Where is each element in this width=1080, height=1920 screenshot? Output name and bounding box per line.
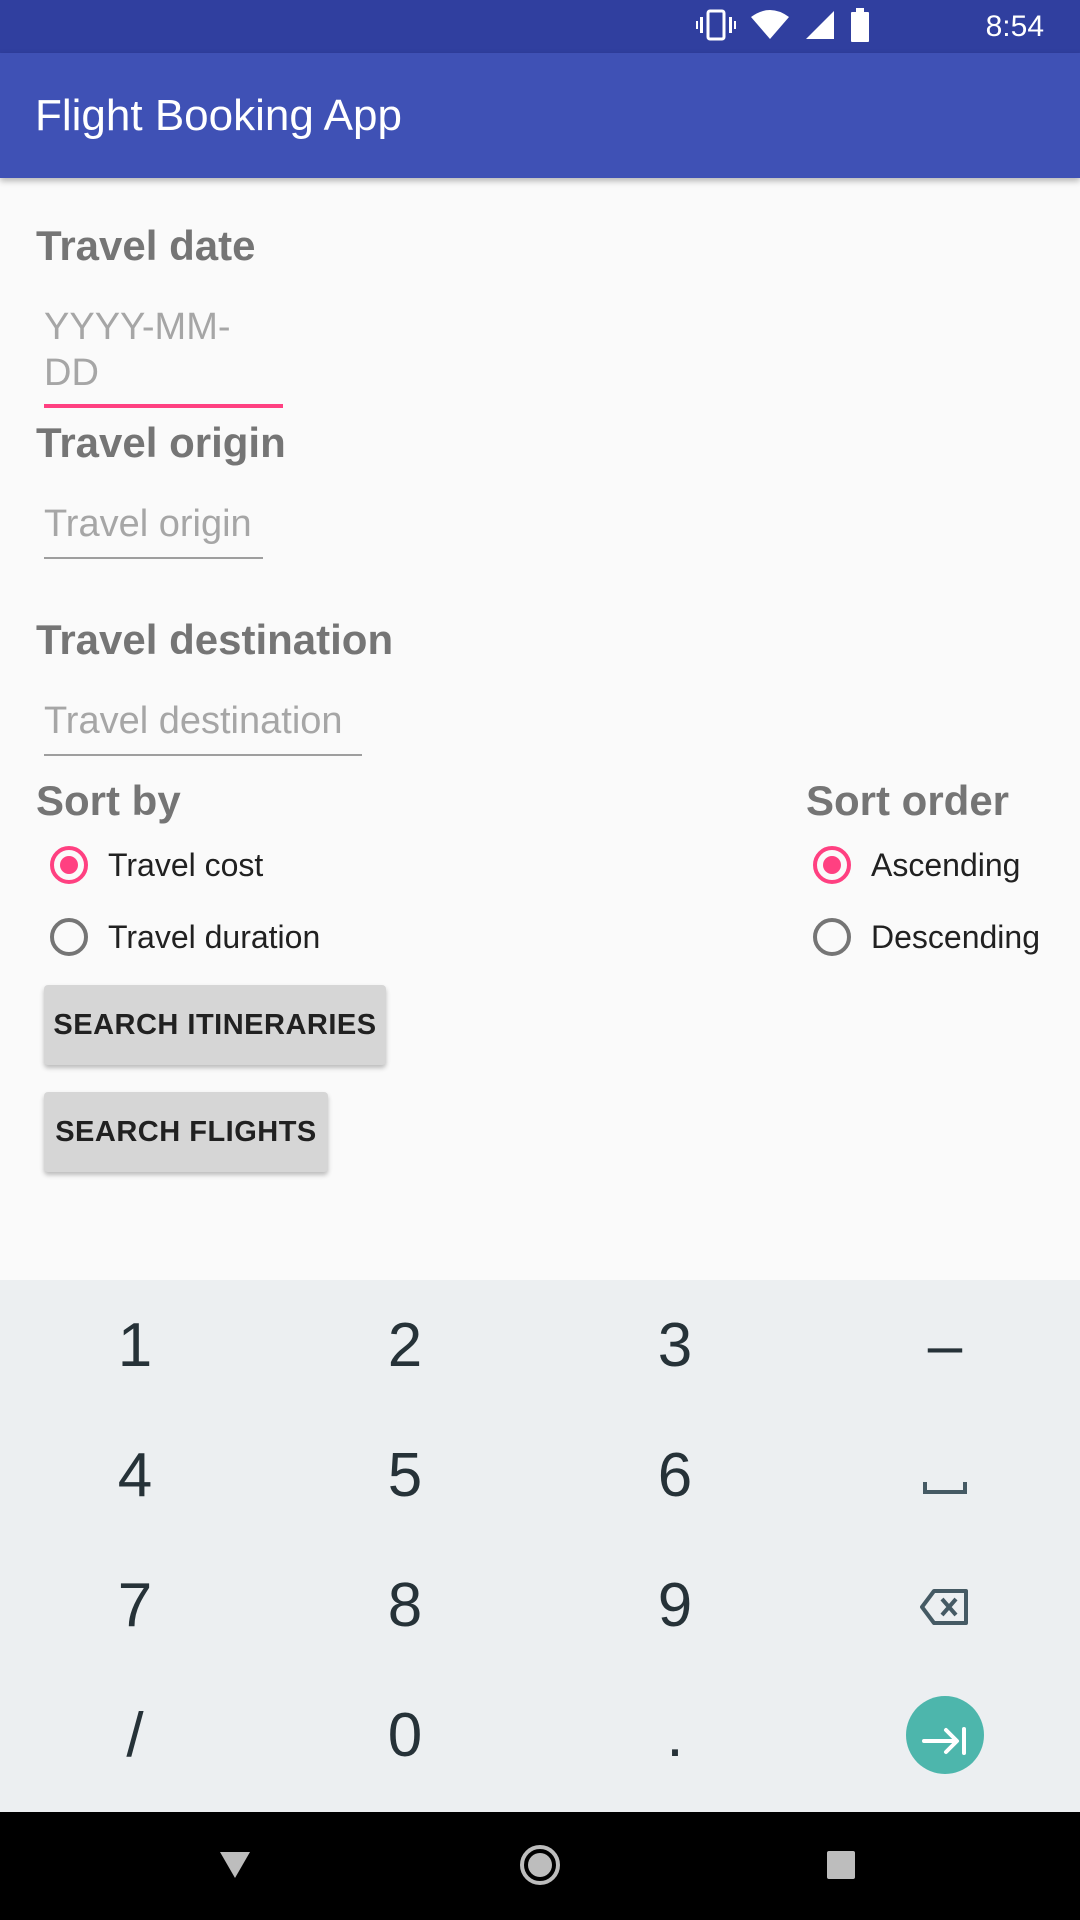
key-4[interactable]: 4 bbox=[0, 1410, 270, 1540]
radio-unchecked-icon[interactable] bbox=[50, 918, 88, 956]
space-icon bbox=[923, 1440, 967, 1511]
sort-order-label: Sort order bbox=[806, 777, 1010, 824]
status-bar: 8:54 bbox=[0, 0, 1080, 53]
back-button[interactable] bbox=[210, 1842, 260, 1892]
key-next[interactable] bbox=[810, 1670, 1080, 1800]
key-5[interactable]: 5 bbox=[270, 1410, 540, 1540]
backspace-icon bbox=[920, 1570, 970, 1641]
sort-order-descending[interactable]: Descending bbox=[813, 912, 1040, 962]
sort-by-label: Sort by bbox=[36, 777, 181, 824]
travel-date-label: Travel date bbox=[36, 222, 256, 269]
key-3[interactable]: 3 bbox=[540, 1280, 810, 1410]
key-6[interactable]: 6 bbox=[540, 1410, 810, 1540]
key-7[interactable]: 7 bbox=[0, 1540, 270, 1670]
travel-date-placeholder: YYYY-MM-DD bbox=[44, 306, 231, 394]
radio-checked-icon[interactable] bbox=[813, 846, 851, 884]
navigation-bar bbox=[0, 1812, 1080, 1920]
key-2[interactable]: 2 bbox=[270, 1280, 540, 1410]
key-dash[interactable]: – bbox=[810, 1280, 1080, 1410]
status-time: 8:54 bbox=[985, 10, 1044, 43]
numeric-keyboard: 1 2 3 – 4 5 6 7 8 9 / 0 . bbox=[0, 1280, 1080, 1812]
travel-destination-placeholder: Travel destination bbox=[44, 700, 343, 742]
app-bar: Flight Booking App bbox=[0, 53, 1080, 178]
travel-destination-field[interactable]: Travel destination bbox=[44, 698, 362, 756]
radio-label: Travel cost bbox=[108, 846, 264, 883]
sort-by-travel-cost[interactable]: Travel cost bbox=[50, 840, 263, 890]
radio-label: Ascending bbox=[871, 846, 1021, 883]
key-backspace[interactable] bbox=[810, 1540, 1080, 1670]
travel-origin-label: Travel origin bbox=[36, 419, 286, 466]
home-icon bbox=[518, 1843, 562, 1892]
status-icons bbox=[696, 7, 870, 47]
key-space[interactable] bbox=[810, 1410, 1080, 1540]
sort-order-ascending[interactable]: Ascending bbox=[813, 840, 1020, 890]
travel-destination-label: Travel destination bbox=[36, 616, 394, 663]
battery-icon bbox=[850, 7, 870, 47]
travel-origin-field[interactable]: Travel origin bbox=[44, 501, 263, 559]
home-button[interactable] bbox=[515, 1842, 565, 1892]
tab-next-icon bbox=[922, 1700, 968, 1771]
key-0[interactable]: 0 bbox=[270, 1670, 540, 1800]
recents-icon bbox=[826, 1850, 856, 1885]
recents-button[interactable] bbox=[816, 1842, 866, 1892]
wifi-icon bbox=[750, 9, 790, 46]
travel-date-field[interactable]: YYYY-MM-DD bbox=[44, 304, 283, 408]
app-title: Flight Booking App bbox=[35, 91, 402, 140]
travel-origin-placeholder: Travel origin bbox=[44, 503, 252, 545]
search-flights-button[interactable]: SEARCH FLIGHTS bbox=[44, 1092, 328, 1172]
key-slash[interactable]: / bbox=[0, 1670, 270, 1800]
key-period[interactable]: . bbox=[540, 1670, 810, 1800]
back-icon bbox=[218, 1850, 252, 1885]
vibrate-icon bbox=[696, 9, 736, 46]
radio-label: Descending bbox=[871, 918, 1040, 955]
radio-label: Travel duration bbox=[108, 918, 321, 955]
next-field-button[interactable] bbox=[906, 1696, 984, 1774]
key-8[interactable]: 8 bbox=[270, 1540, 540, 1670]
sort-by-travel-duration[interactable]: Travel duration bbox=[50, 912, 320, 962]
radio-unchecked-icon[interactable] bbox=[813, 918, 851, 956]
search-itineraries-button[interactable]: SEARCH ITINERARIES bbox=[44, 985, 386, 1065]
key-9[interactable]: 9 bbox=[540, 1540, 810, 1670]
signal-icon bbox=[804, 9, 836, 46]
key-1[interactable]: 1 bbox=[0, 1280, 270, 1410]
radio-checked-icon[interactable] bbox=[50, 846, 88, 884]
